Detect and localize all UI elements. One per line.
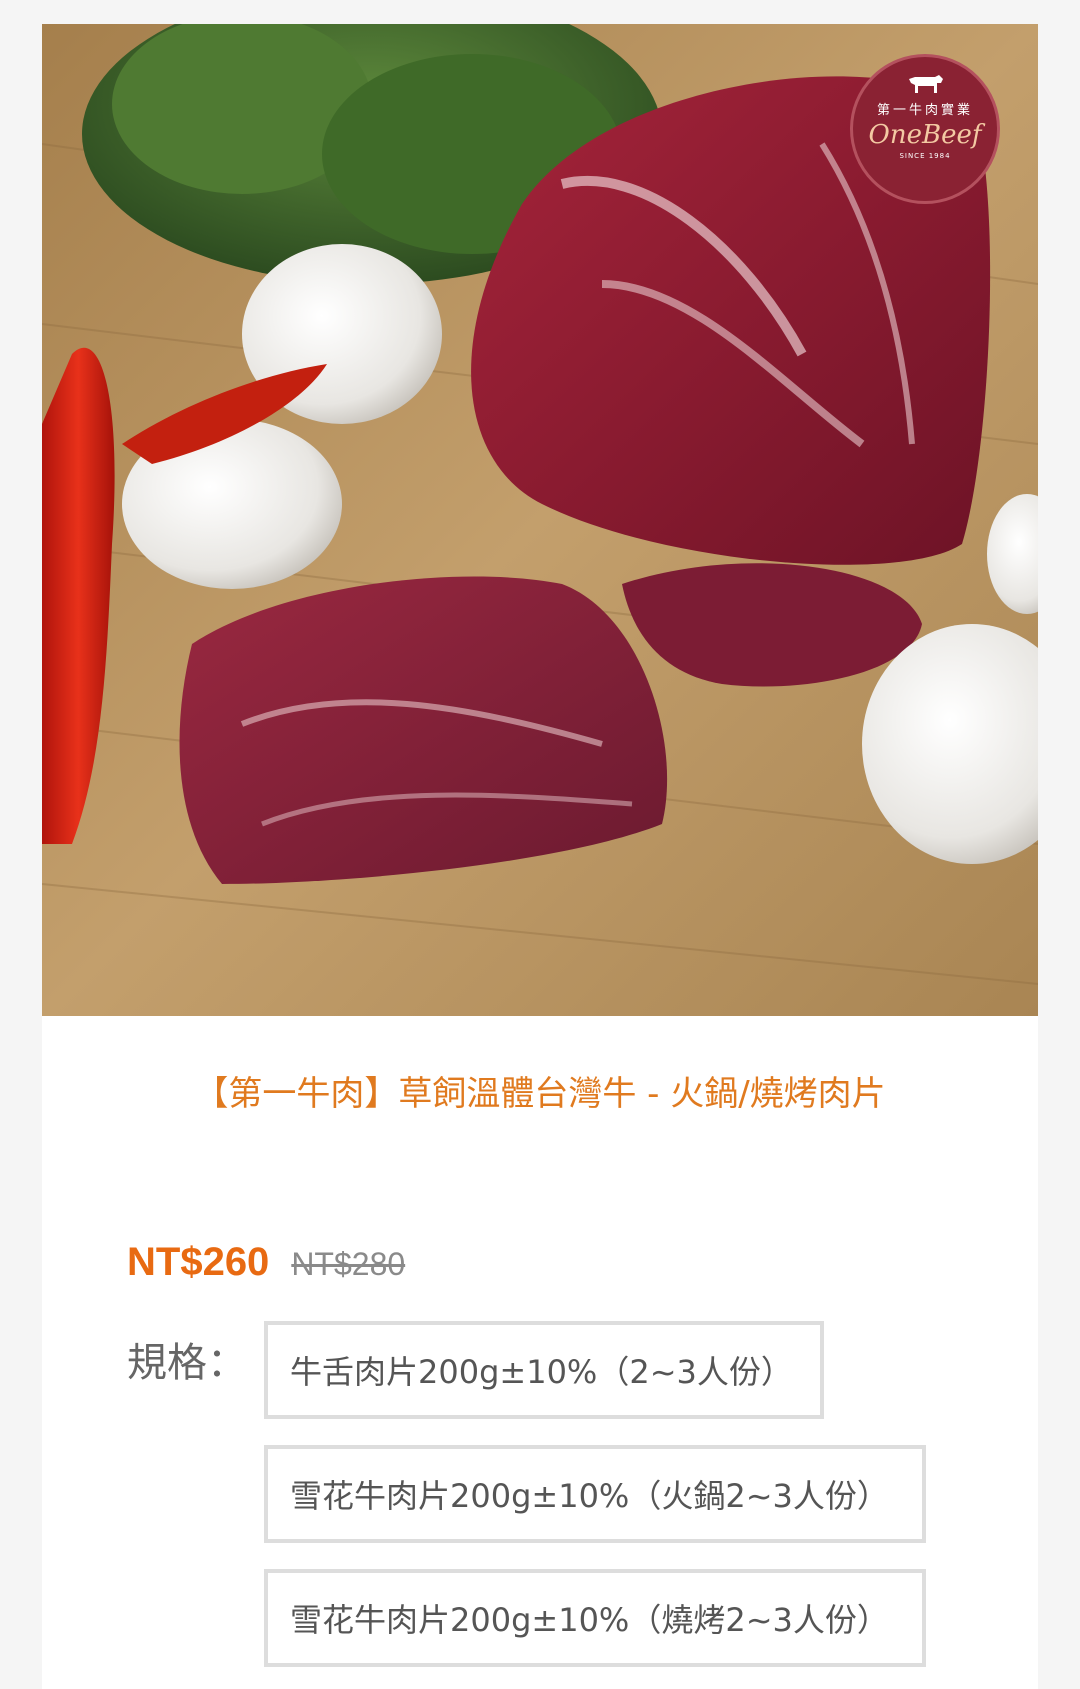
cow-icon	[909, 75, 943, 93]
spec-option-label: 雪花牛肉片200g±10%（燒烤2~3人份）	[290, 1601, 889, 1639]
price-row: NT$260 NT$280	[127, 1240, 405, 1296]
logo-since: SINCE 1984	[899, 152, 951, 160]
product-image[interactable]: 第一牛肉實業 OneBeef SINCE 1984	[42, 24, 1038, 1016]
logo-subtitle: 第一牛肉實業	[876, 103, 973, 118]
spec-label: 規格：	[127, 1340, 247, 1386]
spec-option-label: 牛舌肉片200g±10%（2~3人份）	[290, 1353, 793, 1391]
original-price: NT$280	[291, 1246, 406, 1282]
brand-logo: 第一牛肉實業 OneBeef SINCE 1984	[850, 54, 1000, 204]
spec-option-bbq[interactable]: 雪花牛肉片200g±10%（燒烤2~3人份）	[264, 1569, 926, 1667]
spec-option-label: 雪花牛肉片200g±10%（火鍋2~3人份）	[290, 1477, 889, 1515]
product-card: 第一牛肉實業 OneBeef SINCE 1984 【第一牛肉】草飼溫體台灣牛 …	[42, 24, 1038, 1689]
product-title[interactable]: 【第一牛肉】草飼溫體台灣牛 - 火鍋/燒烤肉片	[42, 1070, 1038, 1118]
logo-brand-name: OneBeef	[868, 120, 982, 150]
spec-option-hotpot[interactable]: 雪花牛肉片200g±10%（火鍋2~3人份）	[264, 1445, 926, 1543]
spec-option-beef-tongue[interactable]: 牛舌肉片200g±10%（2~3人份）	[264, 1321, 824, 1419]
sale-price: NT$260	[127, 1240, 270, 1284]
